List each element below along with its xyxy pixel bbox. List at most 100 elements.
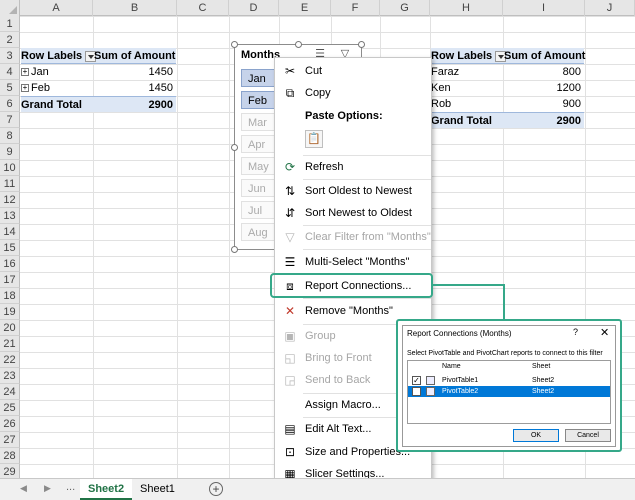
pivot-right-row-label: Ken — [431, 82, 451, 94]
more-sheets-ellipsis[interactable]: ... — [66, 481, 75, 493]
sheet-tab-sheet1[interactable]: Sheet1 — [132, 479, 183, 500]
scroll-left-icon[interactable]: ◀ — [20, 483, 27, 494]
row-header[interactable]: 27 — [0, 432, 20, 448]
row-header[interactable]: 18 — [0, 288, 20, 304]
row-header[interactable]: 29 — [0, 464, 20, 478]
row-header[interactable]: 8 — [0, 128, 20, 144]
column-header-j[interactable]: J — [585, 0, 635, 16]
pivot-left-sum-header: Sum of Amount — [94, 50, 176, 62]
row-header[interactable]: 23 — [0, 368, 20, 384]
menu-item-clear-filter[interactable]: ▽ Clear Filter from "Months" — [275, 226, 431, 248]
row-header[interactable]: 10 — [0, 160, 20, 176]
clear-filter-icon: ▽ — [285, 230, 295, 244]
menu-item-multi-select[interactable]: ☰ Multi-Select "Months" — [275, 251, 431, 273]
pivot-right-grand-total: Grand Total 2900 — [431, 112, 584, 128]
row-header[interactable]: 9 — [0, 144, 20, 160]
pivot-left-row[interactable]: + Feb 1450 — [21, 80, 176, 96]
column-header-c[interactable]: C — [177, 0, 229, 16]
menu-item-copy[interactable]: ⧉ Copy — [275, 82, 431, 104]
resize-handle[interactable] — [231, 41, 238, 48]
resize-handle[interactable] — [358, 41, 365, 48]
menu-label: Multi-Select "Months" — [305, 256, 410, 268]
row-header[interactable]: 11 — [0, 176, 20, 192]
row-header[interactable]: 15 — [0, 240, 20, 256]
row-header[interactable]: 3 — [0, 48, 20, 64]
remove-x-icon: ✕ — [284, 304, 296, 318]
row-header[interactable]: 26 — [0, 416, 20, 432]
pivot-left-total-label: Grand Total — [21, 99, 82, 111]
list-item[interactable]: PivotTable2 Sheet2 — [408, 386, 610, 397]
menu-item-cut[interactable]: ✂ Cut — [275, 60, 431, 82]
column-header-i[interactable]: I — [503, 0, 585, 16]
connector-line — [433, 284, 505, 286]
row-header[interactable]: 7 — [0, 112, 20, 128]
row-header[interactable]: 5 — [0, 80, 20, 96]
checkbox[interactable] — [412, 387, 421, 396]
sheet-tab-bar: ◀ ▶ ... Sheet2 Sheet1 + — [0, 478, 635, 500]
row-header[interactable]: 13 — [0, 208, 20, 224]
pivot-right-row[interactable]: Ken 1200 — [431, 80, 584, 96]
menu-label: Copy — [305, 87, 331, 99]
column-header-e[interactable]: E — [279, 0, 331, 16]
column-header-row: A B C D E F G H I J — [0, 0, 635, 16]
row-header[interactable]: 28 — [0, 448, 20, 464]
pivot-right-row-value: 1200 — [556, 82, 581, 94]
group-icon: ▣ — [284, 329, 296, 343]
multi-select-icon: ☰ — [284, 255, 296, 269]
row-header[interactable]: 19 — [0, 304, 20, 320]
pivot-left-row-labels: Row Labels — [21, 50, 83, 62]
menu-item-refresh[interactable]: ⟳ Refresh — [275, 156, 431, 178]
close-icon[interactable]: ✕ — [600, 326, 609, 339]
expand-icon[interactable]: + — [21, 68, 29, 77]
menu-label: Cut — [305, 65, 323, 77]
resize-handle[interactable] — [231, 246, 238, 253]
sort-ascending-icon: ⇅ — [284, 184, 296, 198]
pivot-left-row[interactable]: + Jan 1450 — [21, 64, 176, 80]
row-header[interactable]: 1 — [0, 16, 20, 32]
bring-to-front-icon: ◱ — [284, 351, 296, 365]
row-header[interactable]: 6 — [0, 96, 20, 112]
column-header-h[interactable]: H — [430, 0, 503, 16]
row-header[interactable]: 20 — [0, 320, 20, 336]
column-header-f[interactable]: F — [331, 0, 380, 16]
pivot-left-total-value: 2900 — [148, 99, 173, 111]
menu-label: Refresh — [305, 161, 344, 173]
row-header[interactable]: 24 — [0, 384, 20, 400]
column-header-g[interactable]: G — [380, 0, 430, 16]
row-header[interactable]: 12 — [0, 192, 20, 208]
connections-list[interactable]: Name Sheet ✓ PivotTable1 Sheet2 PivotTab… — [407, 360, 611, 424]
help-icon[interactable]: ? — [573, 327, 578, 337]
row-header[interactable]: 16 — [0, 256, 20, 272]
row-header[interactable]: 22 — [0, 352, 20, 368]
row-header[interactable]: 25 — [0, 400, 20, 416]
report-connections-dialog-highlight: Report Connections (Months) ? ✕ Select P… — [396, 319, 622, 452]
add-sheet-icon[interactable]: + — [209, 482, 223, 496]
column-header-d[interactable]: D — [229, 0, 279, 16]
sheet-tab-sheet2[interactable]: Sheet2 — [80, 479, 133, 500]
menu-item-sort-oldest[interactable]: ⇅ Sort Oldest to Newest — [275, 180, 431, 202]
pivot-right-row[interactable]: Rob 900 — [431, 96, 584, 112]
column-header-b[interactable]: B — [93, 0, 177, 16]
select-all-corner[interactable] — [0, 0, 20, 16]
menu-item-sort-newest[interactable]: ⇵ Sort Newest to Oldest — [275, 202, 431, 224]
cancel-button[interactable]: Cancel — [565, 429, 611, 442]
resize-handle[interactable] — [295, 41, 302, 48]
grid-vline — [229, 16, 230, 478]
menu-label: Group — [305, 330, 336, 342]
scroll-right-icon[interactable]: ▶ — [44, 483, 51, 494]
column-header-a[interactable]: A — [20, 0, 93, 16]
row-header[interactable]: 21 — [0, 336, 20, 352]
menu-label: Edit Alt Text... — [305, 423, 372, 435]
ok-button[interactable]: OK — [513, 429, 559, 442]
expand-icon[interactable]: + — [21, 84, 29, 93]
pivot-right-row[interactable]: Faraz 800 — [431, 64, 584, 80]
row-header[interactable]: 14 — [0, 224, 20, 240]
row-header[interactable]: 17 — [0, 272, 20, 288]
checkbox[interactable]: ✓ — [412, 376, 421, 385]
row-header[interactable]: 2 — [0, 32, 20, 48]
menu-label: Remove "Months" — [305, 305, 393, 317]
resize-handle[interactable] — [231, 144, 238, 151]
paste-icon[interactable]: 📋 — [305, 130, 323, 148]
row-header[interactable]: 4 — [0, 64, 20, 80]
list-item[interactable]: ✓ PivotTable1 Sheet2 — [408, 375, 610, 386]
